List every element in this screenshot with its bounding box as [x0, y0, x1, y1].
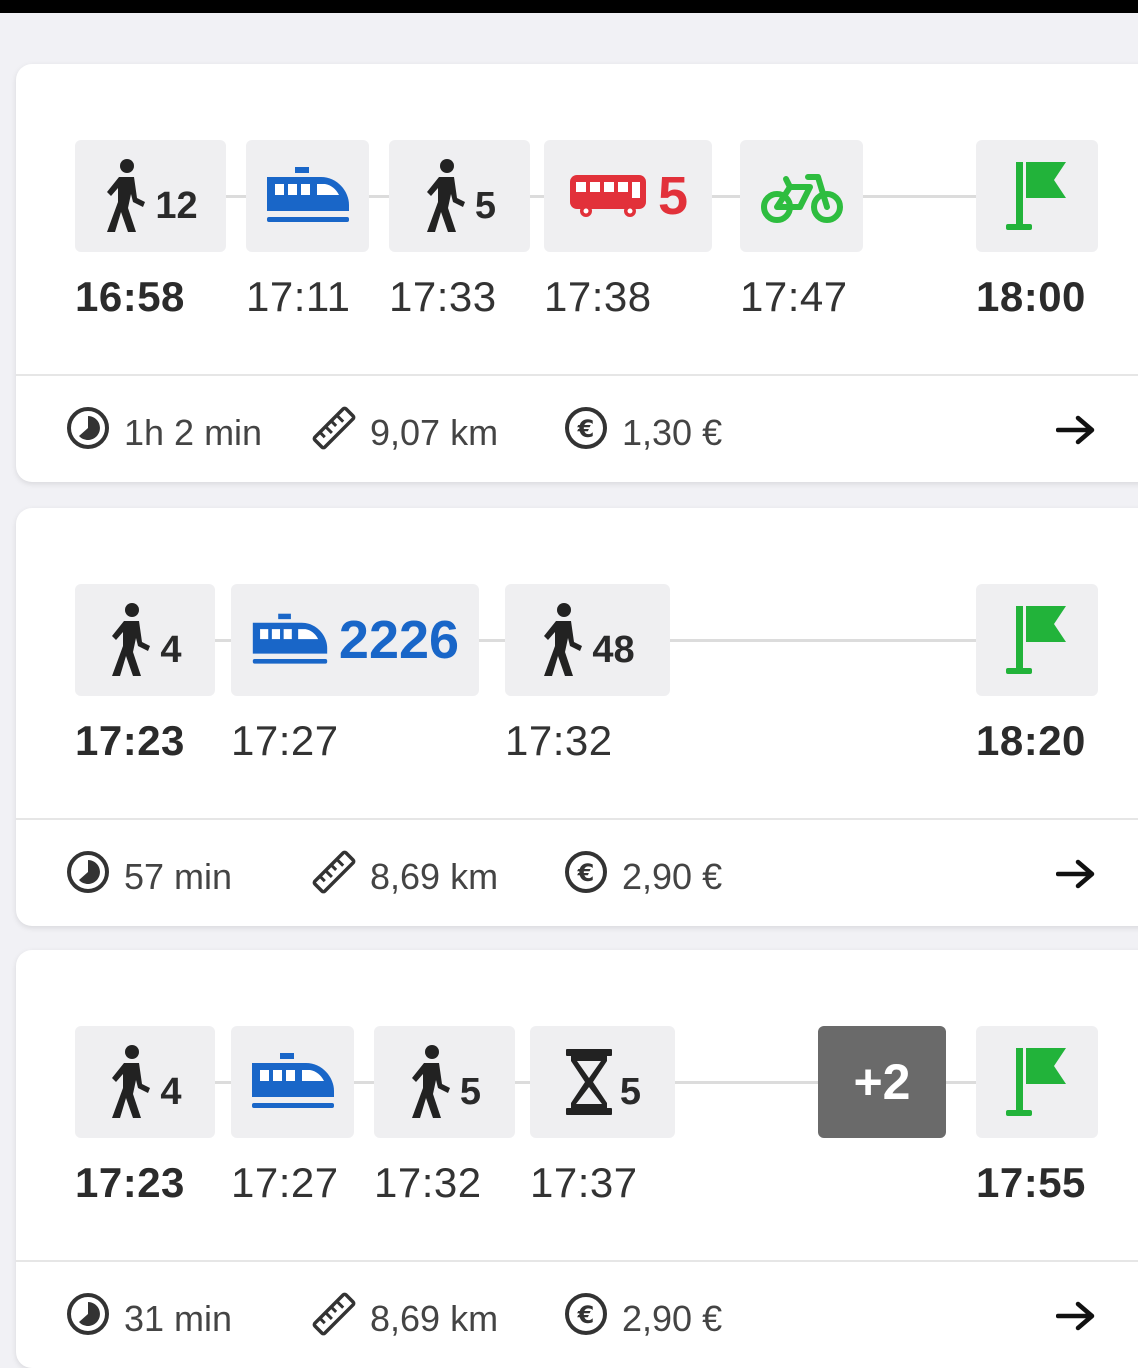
- trip-card-2[interactable]: 4 2226 48 17:23 17:27 17:32 18:20 57 min…: [16, 508, 1138, 926]
- duration: 57 min: [66, 850, 232, 903]
- leg-label: 4: [160, 1070, 182, 1113]
- leg-destination: [976, 140, 1098, 252]
- ruler-icon: [312, 1292, 370, 1345]
- distance-text: 8,69 km: [370, 1297, 499, 1339]
- walk-icon: [408, 1044, 454, 1120]
- trip-summary: 57 min 8,69 km € 2,90 €: [16, 820, 1138, 926]
- leg-label: 5: [459, 1070, 482, 1113]
- leg-wait: 5: [530, 1026, 675, 1138]
- distance-text: 8,69 km: [370, 855, 499, 897]
- trip-card-3[interactable]: 4 5 5 +2 17:23 17:27 17:32 17:37 17:55 3…: [16, 950, 1138, 1368]
- distance-text: 9,07 km: [370, 411, 499, 453]
- status-bar: [0, 0, 1138, 13]
- bike-icon: [760, 167, 844, 225]
- flag-icon: [1004, 1044, 1070, 1120]
- leg-label: 5: [619, 1070, 642, 1113]
- distance: 9,07 km: [312, 406, 498, 459]
- leg-time: 17:32: [505, 717, 613, 764]
- leg-time: 17:27: [231, 1159, 339, 1206]
- leg-walk: 4: [75, 1026, 215, 1138]
- leg-walk: 5: [389, 140, 530, 252]
- departure-time: 16:58: [75, 273, 185, 320]
- walk-icon: [423, 158, 469, 234]
- leg-time: 17:38: [544, 273, 652, 320]
- price: € 2,90 €: [564, 1292, 722, 1345]
- leg-time: 17:32: [374, 1159, 482, 1206]
- clock-icon: [66, 1292, 124, 1345]
- departure-time: 17:23: [75, 1159, 185, 1206]
- walk-icon: [108, 1044, 154, 1120]
- leg-walk: 48: [505, 584, 670, 696]
- departure-time: 17:23: [75, 717, 185, 764]
- price-text: 2,90 €: [622, 855, 723, 897]
- route-timeline: 4 5 5 +2 17:23 17:27 17:32 17:37 17:55: [16, 950, 1138, 1262]
- leg-time: 17:11: [246, 273, 351, 320]
- open-trip-arrow-icon[interactable]: [1055, 414, 1096, 451]
- route-timeline: 4 2226 48 17:23 17:27 17:32 18:20: [16, 508, 1138, 820]
- leg-train: [246, 140, 369, 252]
- price-text: 2,90 €: [622, 1297, 723, 1339]
- svg-text:€: €: [577, 1301, 595, 1329]
- leg-time: 17:37: [530, 1159, 638, 1206]
- distance: 8,69 km: [312, 850, 498, 903]
- price-text: 1,30 €: [622, 411, 723, 453]
- train-icon: [265, 167, 351, 225]
- leg-time: 17:47: [740, 273, 848, 320]
- arrival-time: 18:00: [976, 273, 1086, 320]
- duration-text: 57 min: [124, 855, 233, 897]
- trip-card-1[interactable]: 12 5 5 16:58 17:11 17:33 17:38 17:47 18:…: [16, 64, 1138, 482]
- arrival-time: 17:55: [976, 1159, 1086, 1206]
- leg-time: 17:33: [389, 273, 497, 320]
- leg-walk: 4: [75, 584, 215, 696]
- leg-label: 4: [160, 628, 182, 671]
- svg-text:€: €: [577, 415, 595, 443]
- leg-label: 48: [592, 628, 635, 671]
- open-trip-arrow-icon[interactable]: [1055, 858, 1096, 895]
- clock-icon: [66, 850, 124, 903]
- hourglass-icon: [564, 1049, 614, 1115]
- flag-icon: [1004, 158, 1070, 234]
- leg-train: [231, 1026, 354, 1138]
- ruler-icon: [312, 406, 370, 459]
- train-icon: [251, 613, 329, 667]
- trip-summary: 1h 2 min 9,07 km € 1,30 €: [16, 376, 1138, 482]
- leg-label: 12: [155, 184, 198, 227]
- walk-icon: [108, 602, 154, 678]
- duration: 1h 2 min: [66, 406, 262, 459]
- more-legs-count: +2: [853, 1054, 911, 1110]
- walk-icon: [540, 602, 586, 678]
- leg-bike: [740, 140, 863, 252]
- euro-icon: €: [564, 850, 622, 903]
- train-icon: [250, 1053, 336, 1111]
- route-timeline: 12 5 5 16:58 17:11 17:33 17:38 17:47 18:…: [16, 64, 1138, 376]
- more-legs-badge: +2: [818, 1026, 946, 1138]
- duration: 31 min: [66, 1292, 232, 1345]
- euro-icon: €: [564, 406, 622, 459]
- distance: 8,69 km: [312, 1292, 498, 1345]
- trip-summary: 31 min 8,69 km € 2,90 €: [16, 1262, 1138, 1368]
- leg-destination: [976, 584, 1098, 696]
- ruler-icon: [312, 850, 370, 903]
- bus-icon: [568, 173, 648, 219]
- price: € 2,90 €: [564, 850, 722, 903]
- leg-train: 2226: [231, 584, 479, 696]
- clock-icon: [66, 406, 124, 459]
- duration-text: 1h 2 min: [124, 411, 263, 453]
- leg-walk: 12: [75, 140, 226, 252]
- open-trip-arrow-icon[interactable]: [1055, 1300, 1096, 1337]
- leg-destination: [976, 1026, 1098, 1138]
- leg-time: 17:27: [231, 717, 339, 764]
- duration-text: 31 min: [124, 1297, 233, 1339]
- walk-icon: [103, 158, 149, 234]
- leg-label: 5: [474, 184, 497, 227]
- bus-line-number: 5: [657, 166, 689, 226]
- leg-walk: 5: [374, 1026, 515, 1138]
- arrival-time: 18:20: [976, 717, 1086, 764]
- svg-text:€: €: [577, 859, 595, 887]
- leg-bus: 5: [544, 140, 712, 252]
- train-line-number: 2226: [338, 610, 460, 670]
- flag-icon: [1004, 602, 1070, 678]
- euro-icon: €: [564, 1292, 622, 1345]
- price: € 1,30 €: [564, 406, 722, 459]
